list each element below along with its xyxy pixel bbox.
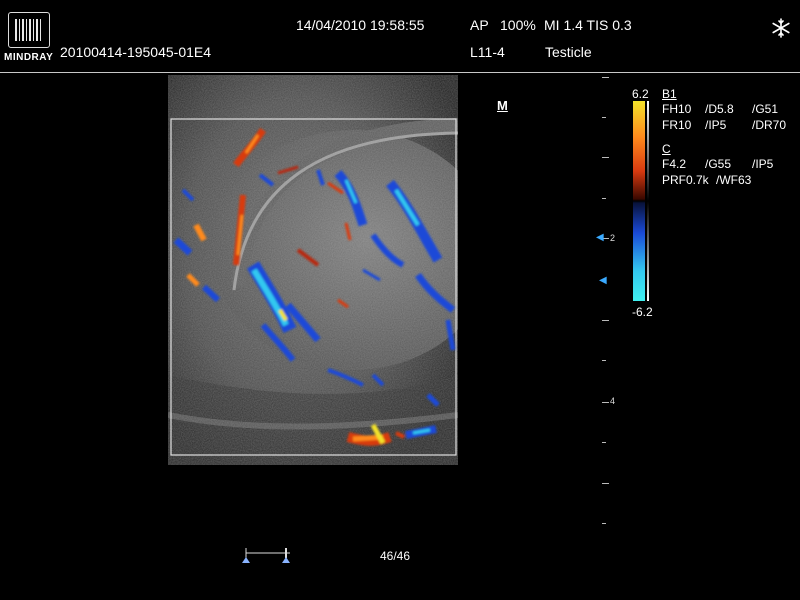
b-param-fh: FH10 (662, 102, 692, 116)
cine-slider[interactable] (238, 545, 378, 565)
c-param-g: /G55 (705, 157, 732, 171)
color-scale-bar (633, 101, 645, 301)
colorbar-max: 6.2 (632, 87, 649, 101)
b-mode-title: B1 (662, 87, 677, 101)
c-param-f: F4.2 (662, 157, 687, 171)
depth-scale: ◀ 2 ◀ 4 (596, 75, 626, 535)
c-param-ip: /IP5 (752, 157, 774, 171)
orientation-marker: M (497, 98, 508, 113)
c-param-prf: PRF0.7k (662, 173, 709, 187)
b-param-d: /D5.8 (705, 102, 734, 116)
datetime: 14/04/2010 19:58:55 (296, 17, 425, 33)
mi-tis: MI 1.4 TIS 0.3 (544, 17, 632, 33)
file-id: 20100414-195045-01E4 (60, 44, 212, 60)
focus-marker-icon[interactable]: ◀ (599, 275, 607, 286)
focus-arrow-icon[interactable]: ◀ (596, 232, 604, 243)
brand-label: MINDRAY (4, 52, 54, 63)
probe: L11-4 (470, 44, 505, 60)
b-param-ip: /IP5 (705, 118, 727, 132)
header-divider (0, 72, 800, 73)
c-param-wf: /WF63 (716, 173, 752, 187)
c-mode-title: C (662, 142, 671, 156)
ultrasound-image[interactable] (167, 75, 493, 465)
depth-label-4: 4 (610, 396, 616, 406)
b-param-fr: FR10 (662, 118, 692, 132)
b-param-g: /G51 (752, 102, 779, 116)
snowflake-icon[interactable] (770, 17, 792, 44)
b-param-dr: /DR70 (752, 118, 787, 132)
preset: Testicle (545, 44, 592, 60)
barcode-icon (8, 12, 50, 48)
colorbar-min: -6.2 (632, 305, 653, 319)
mindray-logo: MINDRAY (4, 10, 56, 64)
color-scale-gray (647, 101, 649, 301)
cine-frame-counter: 46/46 (380, 549, 411, 563)
ap-value: 100% (500, 17, 536, 33)
depth-label-2: 2 (610, 233, 616, 243)
ap-label: AP (470, 17, 489, 33)
